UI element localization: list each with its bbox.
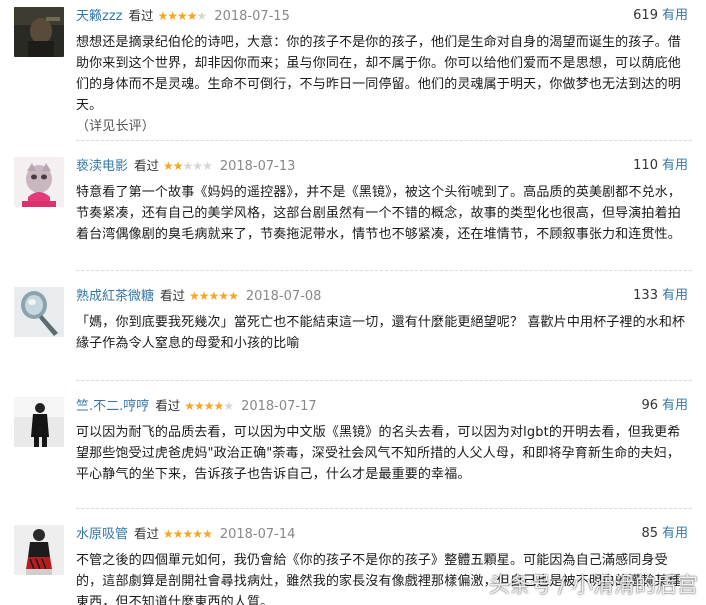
avatar[interactable]	[14, 7, 64, 57]
helpful-votes[interactable]: 110 有用	[633, 155, 688, 177]
stars-empty: ★	[223, 399, 234, 413]
votes-count: 133	[633, 288, 658, 303]
helpful-button[interactable]: 有用	[662, 8, 688, 23]
watched-status: 看过	[160, 288, 186, 303]
helpful-votes[interactable]: 133 有用	[633, 285, 688, 307]
avatar[interactable]	[14, 525, 64, 575]
helpful-button[interactable]: 有用	[662, 288, 688, 303]
review-item: 天籁zzz 看过 ★★★★★ 2018-07-15 619 有用 想想还是摘录纪伯伦的诗…	[0, 2, 706, 134]
avatar-seated-figure-image	[14, 525, 64, 575]
review-text: 「媽，你到底要我死幾次」當死亡也不能結束這一切，還有什麼能更絕望呢？ 喜歡片中用…	[76, 312, 690, 354]
review-header: 竺.不二.哼哼 看过 ★★★★★ 2018-07-17	[76, 395, 692, 417]
star-rating: ★★★★★	[157, 5, 208, 27]
stars-filled: ★★★★	[157, 9, 198, 23]
review-body: 可以因为耐飞的品质去看，可以因为中文版《黑镜》的名头去看，可以因为对lgbt的开…	[76, 425, 681, 482]
helpful-votes[interactable]: 85 有用	[641, 523, 688, 545]
review-date: 2018-07-13	[219, 159, 296, 174]
stars-empty: ★	[196, 9, 208, 23]
review-header: 亵渎电影 看过 ★★★★★ 2018-07-13	[76, 155, 692, 177]
username-link[interactable]: 竺.不二.哼哼	[76, 399, 149, 414]
username-link[interactable]: 天籁zzz	[76, 9, 122, 24]
star-rating: ★★★★★	[184, 395, 234, 417]
see-long-review-link[interactable]: （详见长评）	[76, 119, 155, 134]
review-date: 2018-07-08	[245, 289, 322, 304]
review-date: 2018-07-17	[241, 399, 317, 414]
comment-list: 天籁zzz 看过 ★★★★★ 2018-07-15 619 有用 想想还是摘录纪伯伦的诗…	[0, 0, 706, 605]
review-date: 2018-07-15	[214, 9, 290, 24]
star-rating: ★★★★★	[163, 155, 213, 177]
avatar-dark-figure-image	[14, 7, 64, 57]
review-item: 亵渎电影 看过 ★★★★★ 2018-07-13 110 有用 特意看了第一个故事《妈妈…	[0, 140, 706, 252]
votes-count: 619	[633, 8, 658, 23]
helpful-votes[interactable]: 96 有用	[641, 395, 688, 417]
stars-empty: ★★★	[182, 159, 213, 173]
review-date: 2018-07-14	[219, 527, 296, 542]
review-item: 竺.不二.哼哼 看过 ★★★★★ 2018-07-17 96 有用 可以因为耐飞的品质去…	[0, 380, 706, 492]
votes-count: 85	[641, 526, 658, 541]
watched-status: 看过	[134, 158, 160, 173]
watched-status: 看过	[134, 526, 160, 541]
username-link[interactable]: 亵渎电影	[76, 159, 128, 174]
avatar[interactable]	[14, 287, 64, 337]
review-item: 熟成紅茶微糖 看过 ★★★★★ 2018-07-08 133 有用 「媽，你到底要我死幾…	[0, 270, 706, 362]
watermark: 头条号 / 小滑滑的后宫	[488, 573, 698, 597]
avatar-masked-face-image	[14, 157, 64, 207]
review-text: 特意看了第一个故事《妈妈的遥控器》，并不是《黑镜》，被这个头衔唬到了。高品质的英…	[76, 182, 690, 245]
review-header: 熟成紅茶微糖 看过 ★★★★★ 2018-07-08	[76, 285, 692, 307]
review-text: 想想还是摘录纪伯伦的诗吧，大意：你的孩子不是你的孩子，他们是生命对自身的渴望而诞…	[76, 32, 690, 137]
username-link[interactable]: 水原吸管	[76, 527, 128, 542]
star-rating: ★★★★★	[189, 285, 239, 307]
username-link[interactable]: 熟成紅茶微糖	[76, 289, 154, 304]
stars-filled: ★★	[163, 159, 183, 173]
helpful-votes[interactable]: 619 有用	[633, 5, 688, 27]
votes-count: 110	[633, 158, 658, 173]
watched-status: 看过	[155, 398, 181, 413]
helpful-button[interactable]: 有用	[662, 526, 688, 541]
avatar-standing-figure-image	[14, 397, 64, 447]
avatar[interactable]	[14, 397, 64, 447]
votes-count: 96	[641, 398, 658, 413]
watched-status: 看过	[128, 8, 154, 23]
review-text: 可以因为耐飞的品质去看，可以因为中文版《黑镜》的名头去看，可以因为对lgbt的开…	[76, 422, 690, 485]
review-body: 特意看了第一个故事《妈妈的遥控器》，并不是《黑镜》，被这个头衔唬到了。高品质的英…	[76, 185, 682, 242]
review-header: 水原吸管 看过 ★★★★★ 2018-07-14	[76, 523, 692, 545]
review-body: 想想还是摘录纪伯伦的诗吧，大意：你的孩子不是你的孩子，他们是生命对自身的渴望而诞…	[76, 35, 681, 113]
helpful-button[interactable]: 有用	[662, 158, 688, 173]
stars-filled: ★★★★	[184, 399, 224, 413]
review-header: 天籁zzz 看过 ★★★★★ 2018-07-15	[76, 5, 692, 27]
avatar-hand-mirror-image	[14, 287, 64, 337]
star-rating: ★★★★★	[163, 523, 213, 545]
review-body: 「媽，你到底要我死幾次」當死亡也不能結束這一切，還有什麼能更絕望呢？ 喜歡片中用…	[76, 315, 686, 351]
stars-filled: ★★★★★	[163, 527, 213, 541]
avatar[interactable]	[14, 157, 64, 207]
stars-filled: ★★★★★	[189, 289, 239, 303]
helpful-button[interactable]: 有用	[662, 398, 688, 413]
